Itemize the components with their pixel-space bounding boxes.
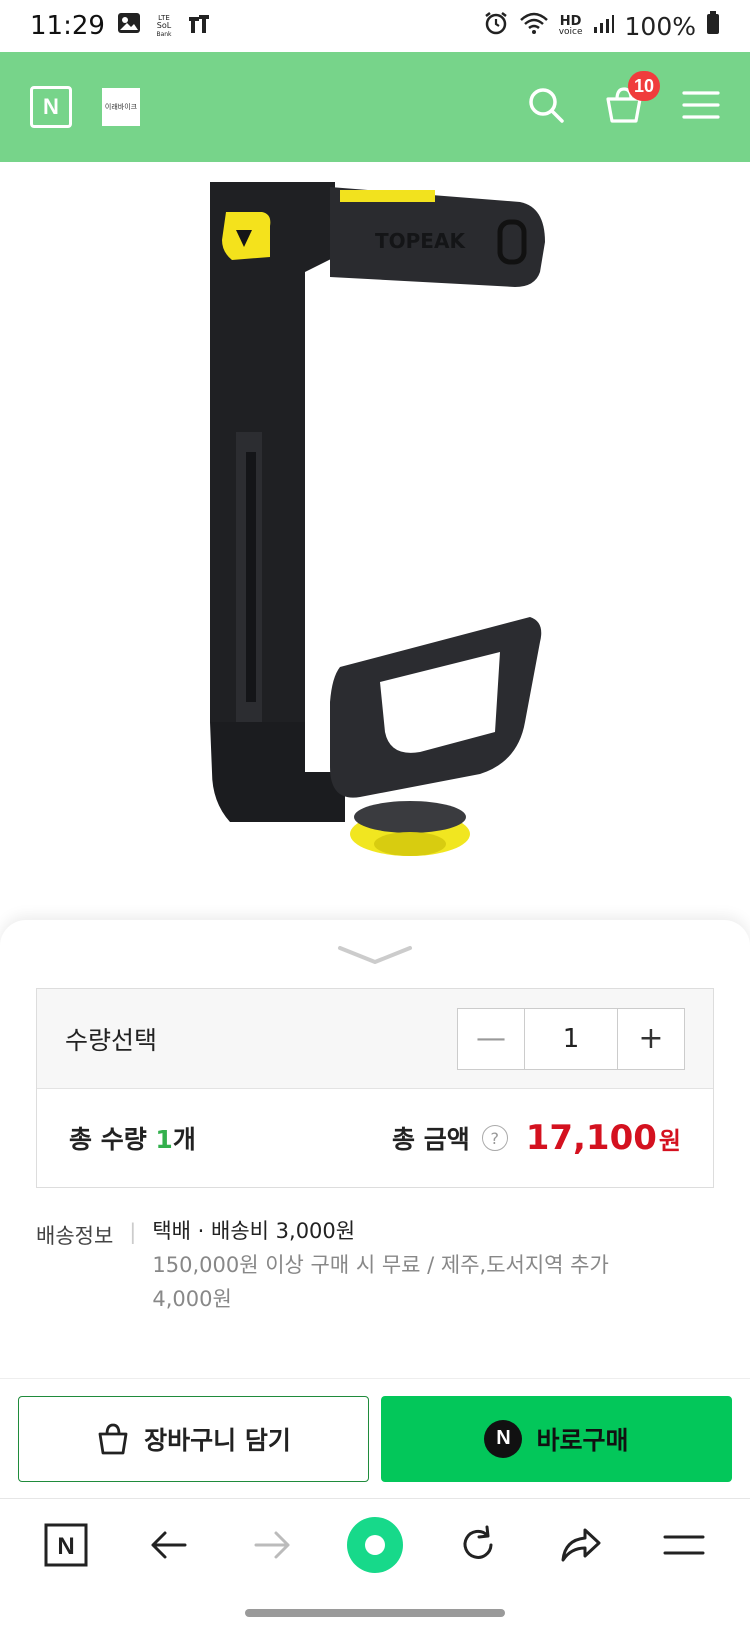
green-dot-button[interactable] — [345, 1515, 405, 1575]
shipping-details: 택배 · 배송비 3,000원 150,000원 이상 구매 시 무료 / 제주… — [152, 1214, 608, 1316]
signal-icon — [593, 12, 615, 41]
action-bar: 장바구니 담기 N 바로구매 — [0, 1378, 750, 1498]
refresh-icon — [463, 1525, 493, 1559]
buy-now-label: 바로구매 — [536, 1425, 629, 1455]
svg-text:SoL: SoL — [157, 21, 172, 30]
voice-label: voice — [558, 27, 583, 37]
share-icon — [561, 1528, 601, 1562]
shipping-info: 배송정보 | 택배 · 배송비 3,000원 150,000원 이상 구매 시 … — [36, 1219, 716, 1316]
help-icon[interactable]: ? — [481, 1125, 508, 1151]
app-notification-icon — [187, 11, 211, 42]
naver-n-icon: N — [44, 1523, 88, 1567]
share-button[interactable] — [551, 1515, 611, 1575]
browser-home-button[interactable]: N — [36, 1515, 96, 1575]
shipping-line-1: 택배 · 배송비 3,000원 — [152, 1219, 356, 1243]
store-header: N 이래바이크 10 — [0, 52, 750, 162]
svg-text:Bank: Bank — [156, 31, 172, 38]
hamburger-icon — [663, 1535, 705, 1555]
quantity-increase-button[interactable]: + — [618, 1009, 684, 1069]
shipping-line-3: 4,000원 — [152, 1287, 232, 1311]
chevron-down-icon[interactable] — [336, 944, 414, 970]
status-bar: 11:29 LTE SoL Bank HD voice 100% — [0, 0, 750, 52]
gallery-icon — [117, 11, 141, 41]
add-to-cart-button[interactable]: 장바구니 담기 — [18, 1395, 369, 1482]
menu-icon[interactable] — [682, 89, 720, 125]
naver-pay-icon: N — [484, 1419, 523, 1458]
search-icon[interactable] — [526, 85, 566, 129]
battery-percent: 100% — [624, 11, 696, 41]
total-row: 총 수량 1개 총 금액 ? 17,100 원 — [37, 1089, 713, 1187]
buy-now-button[interactable]: N 바로구매 — [381, 1395, 732, 1482]
forward-button[interactable] — [242, 1515, 302, 1575]
purchase-sheet: 수량선택 — 1 + 총 수량 1개 총 금액 ? 17,100 원 배송정보 … — [0, 920, 750, 1380]
quantity-box: 수량선택 — 1 + 총 수량 1개 총 금액 ? 17,100 원 — [36, 988, 714, 1188]
wifi-icon — [519, 11, 549, 41]
price-value: 17,100 — [525, 1118, 657, 1158]
cart-button[interactable]: 10 — [604, 71, 660, 129]
bank-app-icon: LTE SoL Bank — [153, 12, 175, 41]
store-logo[interactable]: 이래바이크 — [102, 88, 140, 126]
product-image: TOPEAK — [0, 162, 750, 922]
quantity-decrease-button[interactable]: — — [458, 1009, 524, 1069]
shipping-line-2: 150,000원 이상 구매 시 무료 / 제주,도서지역 추가 — [152, 1253, 609, 1277]
total-quantity: 총 수량 1개 — [69, 1120, 196, 1156]
quantity-row: 수량선택 — 1 + — [37, 989, 713, 1089]
browser-navigation-bar: N — [0, 1498, 750, 1625]
total-price-label: 총 금액 — [391, 1125, 470, 1154]
total-quantity-count: 1 — [155, 1125, 173, 1154]
refresh-button[interactable] — [448, 1515, 508, 1575]
home-indicator[interactable] — [245, 1609, 505, 1617]
brand-mark: TOPEAK — [375, 229, 466, 253]
cart-count-badge: 10 — [627, 71, 660, 101]
shipping-label: 배송정보 — [36, 1224, 114, 1248]
price-unit: 원 — [658, 1126, 681, 1155]
quantity-input[interactable]: 1 — [524, 1008, 618, 1069]
hd-voice-icon: HD voice — [559, 15, 583, 37]
back-button[interactable] — [139, 1515, 199, 1575]
arrow-right-icon — [254, 1531, 290, 1559]
shipping-separator: | — [129, 1220, 137, 1244]
total-quantity-unit: 개 — [172, 1125, 196, 1154]
browser-menu-button[interactable] — [654, 1515, 714, 1575]
total-quantity-label: 총 수량 — [69, 1125, 156, 1154]
alarm-icon — [483, 10, 509, 42]
status-time: 11:29 — [30, 11, 105, 41]
total-price: 총 금액 ? 17,100 원 — [392, 1118, 681, 1158]
battery-icon — [706, 11, 720, 41]
green-dot-icon — [346, 1517, 403, 1573]
shopping-bag-icon — [98, 1423, 128, 1454]
arrow-left-icon — [151, 1531, 187, 1559]
quantity-stepper: — 1 + — [457, 1007, 685, 1070]
add-to-cart-label: 장바구니 담기 — [144, 1425, 291, 1455]
naver-home-button[interactable]: N — [30, 86, 72, 128]
svg-text:N: N — [57, 1533, 74, 1560]
quantity-label: 수량선택 — [65, 1025, 158, 1055]
